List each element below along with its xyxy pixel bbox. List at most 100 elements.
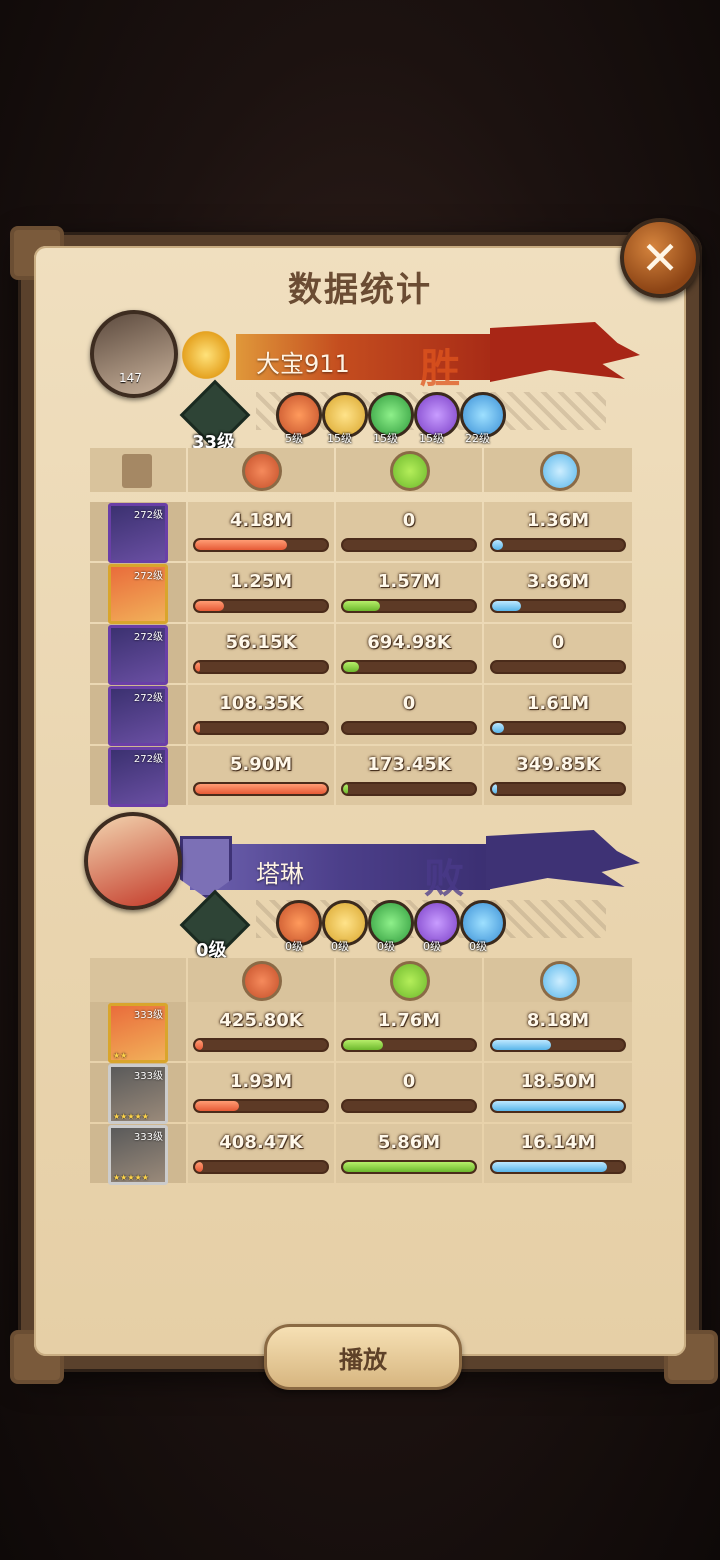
- hero-level: 333级: [133, 1071, 163, 1082]
- hero-cell: 272级: [90, 685, 186, 746]
- damage-bar-fill: [195, 540, 288, 550]
- defense-bar-fill: [492, 1162, 607, 1172]
- heal-bar: [341, 721, 477, 735]
- defense-bar-fill: [492, 601, 522, 611]
- defense-cell: 0: [484, 624, 632, 683]
- defense-bar-fill: [492, 1101, 624, 1111]
- winner-name: 大宝911: [256, 350, 350, 378]
- winner-faction-level: 22级: [465, 432, 490, 445]
- heal-bar-fill: [343, 662, 359, 672]
- table-header-heal: [336, 958, 482, 1002]
- damage-bar: [193, 599, 329, 613]
- damage-bar-fill: [195, 662, 201, 672]
- loser-faction-level: 0级: [469, 940, 487, 953]
- hero-stars: ★★: [113, 1051, 128, 1060]
- heal-cell: 1.57M: [336, 563, 482, 622]
- damage-bar-fill: [195, 723, 201, 733]
- heal-bar: [341, 599, 477, 613]
- heal-bar: [341, 1038, 477, 1052]
- close-button[interactable]: ✕: [620, 218, 700, 298]
- table-header-defense: [484, 448, 632, 492]
- defense-cell: 3.86M: [484, 563, 632, 622]
- loser-avatar[interactable]: [84, 812, 182, 910]
- damage-bar: [193, 538, 329, 552]
- defense-bar: [490, 782, 626, 796]
- hero-level: 272级: [133, 510, 163, 521]
- play-button-label: 播放: [339, 1345, 387, 1374]
- hero-level: 272级: [133, 693, 163, 704]
- heal-value: 0: [402, 1071, 416, 1092]
- defense-cell: 1.36M: [484, 502, 632, 561]
- damage-cell: 1.93M: [188, 1063, 334, 1122]
- hero-portrait[interactable]: 272级: [108, 503, 168, 563]
- table-header-hero: [90, 958, 186, 1002]
- defense-value: 3.86M: [526, 571, 590, 592]
- winner-faction-level: 15级: [373, 432, 398, 445]
- heal-bar: [341, 660, 477, 674]
- hero-portrait[interactable]: 272级: [108, 686, 168, 746]
- damage-cell: 408.47K: [188, 1124, 334, 1183]
- damage-bar-fill: [195, 601, 225, 611]
- hero-cell: 272级: [90, 502, 186, 563]
- table-header-heal: [336, 448, 482, 492]
- hero-level: 272级: [133, 632, 163, 643]
- loser-faction-level: 0级: [377, 940, 395, 953]
- heal-cell: 694.98K: [336, 624, 482, 683]
- heal-cell: 0: [336, 685, 482, 744]
- defense-value: 0: [551, 632, 565, 653]
- close-icon: ✕: [640, 231, 680, 285]
- heal-bar-fill: [343, 601, 380, 611]
- defense-value: 16.14M: [520, 1132, 596, 1153]
- damage-value: 108.35K: [219, 693, 303, 714]
- loser-faction-level: 0级: [285, 940, 303, 953]
- heal-cell: 5.86M: [336, 1124, 482, 1183]
- defense-cell: 349.85K: [484, 746, 632, 805]
- page-title: 数据统计: [288, 270, 432, 310]
- hero-portrait[interactable]: 333级 ★★★★★: [108, 1125, 168, 1185]
- defense-bar: [490, 1038, 626, 1052]
- damage-bar: [193, 782, 329, 796]
- hero-cell: 272级: [90, 746, 186, 807]
- damage-value: 1.25M: [229, 571, 293, 592]
- heal-bar: [341, 1099, 477, 1113]
- heal-value: 0: [402, 693, 416, 714]
- play-button[interactable]: 播放: [264, 1324, 462, 1390]
- crown-icon: [176, 330, 236, 380]
- damage-cell: 56.15K: [188, 624, 334, 683]
- damage-cell: 1.25M: [188, 563, 334, 622]
- hero-portrait[interactable]: 272级: [108, 625, 168, 685]
- heal-cell: 0: [336, 1063, 482, 1122]
- defense-value: 1.36M: [526, 510, 590, 531]
- table-header-hero: [90, 448, 186, 492]
- hero-portrait[interactable]: 272级: [108, 747, 168, 807]
- defense-value: 8.18M: [526, 1010, 590, 1031]
- hero-cell: 272级: [90, 563, 186, 624]
- hero-portrait[interactable]: 333级 ★★★★★: [108, 1064, 168, 1124]
- damage-value: 4.18M: [229, 510, 293, 531]
- defense-value: 1.61M: [526, 693, 590, 714]
- damage-bar-fill: [195, 1162, 203, 1172]
- defense-bar: [490, 1099, 626, 1113]
- hero-portrait[interactable]: 272级: [108, 564, 168, 624]
- defense-bar-fill: [492, 723, 504, 733]
- heal-bar-fill: [343, 1040, 383, 1050]
- hero-level: 272级: [133, 754, 163, 765]
- hero-cell: 272级: [90, 624, 186, 685]
- damage-value: 56.15K: [225, 632, 297, 653]
- loser-result: 败: [424, 856, 464, 902]
- damage-value: 1.93M: [229, 1071, 293, 1092]
- defense-cell: 16.14M: [484, 1124, 632, 1183]
- hero-portrait[interactable]: 333级 ★★: [108, 1003, 168, 1063]
- defense-cell: 8.18M: [484, 1002, 632, 1061]
- shield-icon: [540, 451, 580, 491]
- fist-icon: [242, 451, 282, 491]
- heal-bar-fill: [343, 1162, 475, 1172]
- heal-cell: 0: [336, 502, 482, 561]
- defense-value: 18.50M: [520, 1071, 596, 1092]
- heal-cell: 1.76M: [336, 1002, 482, 1061]
- hero-stars: ★★★★★: [113, 1173, 149, 1182]
- shield-icon: [540, 961, 580, 1001]
- loser-name: 塔琳: [256, 860, 304, 888]
- winner-faction-level: 15级: [419, 432, 444, 445]
- defense-cell: 1.61M: [484, 685, 632, 744]
